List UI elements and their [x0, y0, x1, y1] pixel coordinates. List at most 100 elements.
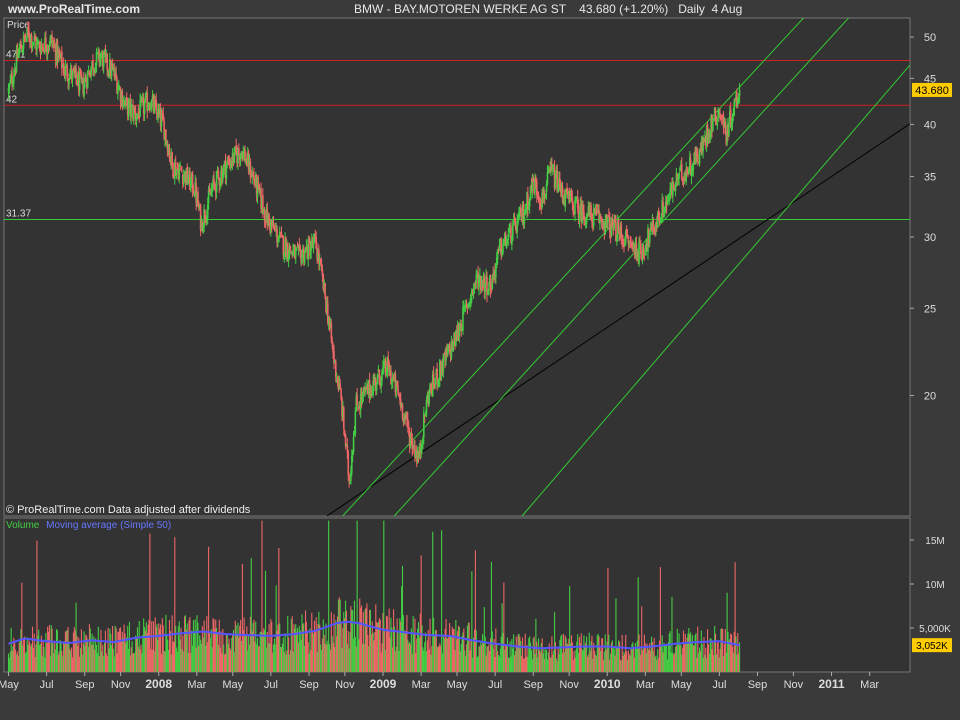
x-tick-label-7: Jul — [264, 679, 278, 691]
candle-body — [678, 172, 680, 179]
candle-body — [278, 238, 280, 243]
hline-label-2: 31.37 — [6, 208, 31, 219]
candle-body — [728, 121, 730, 136]
ma-label: Moving average (Simple 50) — [46, 520, 171, 531]
candle-body — [303, 254, 306, 264]
candle-body — [263, 210, 266, 222]
price-tick-label-2: 30 — [924, 232, 936, 244]
candle-body — [397, 385, 399, 395]
price-tick-label-1: 25 — [924, 303, 936, 315]
x-tick-label-6: May — [222, 679, 243, 691]
x-tick-label-19: Jul — [712, 679, 726, 691]
candle-body — [68, 79, 70, 85]
x-tick-label-8: Sep — [299, 679, 319, 691]
x-tick-label-16: 2010 — [594, 677, 621, 691]
candle-body — [75, 68, 77, 79]
candle-body — [698, 150, 701, 165]
x-tick-label-0: May — [0, 679, 19, 691]
price-tick-label-3: 35 — [924, 172, 936, 184]
candle-body — [554, 177, 557, 188]
x-tick-label-4: 2008 — [145, 677, 172, 691]
candle-body — [442, 354, 445, 372]
candle-body — [507, 233, 510, 241]
x-tick-label-12: May — [447, 679, 468, 691]
volume-tick-label-2: 15M — [925, 536, 944, 547]
candle-body — [165, 129, 167, 142]
price-tick-label-0: 20 — [924, 391, 936, 403]
candle-body — [347, 451, 350, 475]
candle-body — [607, 217, 609, 223]
volume-panel-label: Volume Moving average (Simple 50) — [6, 520, 171, 531]
candle-body — [143, 103, 146, 114]
candle-body — [342, 407, 345, 429]
candle-body — [511, 224, 514, 241]
x-tick-label-23: Mar — [860, 679, 879, 691]
candle-body — [412, 449, 414, 451]
candle-body — [282, 236, 285, 255]
candle-body — [630, 241, 632, 243]
x-tick-label-10: 2009 — [370, 677, 397, 691]
candle-body — [238, 148, 240, 154]
candle-body — [738, 89, 741, 96]
candle-body — [680, 163, 683, 180]
last-volume-badge-text: 3,052K — [916, 641, 948, 652]
candle-body — [638, 241, 640, 264]
candle-body — [465, 302, 468, 304]
candle-body — [178, 168, 181, 179]
x-tick-label-15: Nov — [559, 679, 579, 691]
volume-label: Volume — [6, 520, 40, 531]
last-price-badge-text: 43.680 — [915, 85, 949, 97]
volume-tick-label-0: 5,000K — [919, 624, 951, 635]
candle-body — [712, 120, 714, 131]
volume-tick-label-1: 10M — [925, 580, 944, 591]
x-tick-label-14: Sep — [523, 679, 543, 691]
x-tick-label-20: Sep — [748, 679, 768, 691]
candle-body — [546, 172, 549, 184]
price-panel — [3, 17, 911, 517]
candle-body — [432, 372, 435, 385]
x-tick-label-13: Jul — [488, 679, 502, 691]
candle-body — [217, 170, 220, 177]
x-tick-label-11: Mar — [412, 679, 431, 691]
price-tick-label-4: 40 — [924, 119, 936, 131]
x-tick-label-5: Mar — [187, 679, 206, 691]
candle-body — [448, 344, 451, 350]
candle-body — [78, 73, 81, 91]
x-tick-label-1: Jul — [40, 679, 54, 691]
x-tick-label-2: Sep — [75, 679, 95, 691]
candle-body — [168, 148, 171, 159]
chart-canvas: Price © ProRealTime.com Data adjusted af… — [0, 17, 952, 691]
candle-body — [175, 168, 178, 175]
price-panel-footer: © ProRealTime.com Data adjusted after di… — [6, 504, 251, 516]
price-tick-label-6: 50 — [924, 32, 936, 44]
x-tick-label-18: May — [671, 679, 692, 691]
hline-label-1: 42 — [6, 94, 18, 105]
candle-body — [172, 162, 174, 177]
candle-body — [106, 54, 109, 70]
x-tick-label-22: 2011 — [818, 677, 844, 691]
candle-body — [523, 216, 526, 225]
x-tick-label-21: Nov — [784, 679, 804, 691]
candle-body — [487, 288, 490, 295]
candle-body — [352, 436, 355, 452]
candle-body — [86, 71, 89, 89]
candle-body — [356, 394, 358, 406]
candle-body — [401, 404, 404, 419]
x-tick-label-9: Nov — [335, 679, 355, 691]
candle-body — [155, 99, 157, 111]
candle-body — [617, 220, 620, 232]
candle-body — [733, 101, 736, 117]
candle-body — [324, 282, 326, 298]
candle-body — [375, 383, 378, 391]
candle-body — [181, 171, 183, 173]
candle-body — [354, 411, 357, 435]
candle-body — [376, 373, 379, 385]
x-tick-label-17: Mar — [636, 679, 655, 691]
candle-body — [696, 153, 699, 162]
candle-body — [289, 245, 292, 253]
candle-body — [42, 47, 44, 49]
candle-body — [179, 165, 181, 167]
candle-body — [295, 248, 298, 250]
candle-body — [434, 377, 437, 384]
x-tick-label-3: Nov — [111, 679, 131, 691]
